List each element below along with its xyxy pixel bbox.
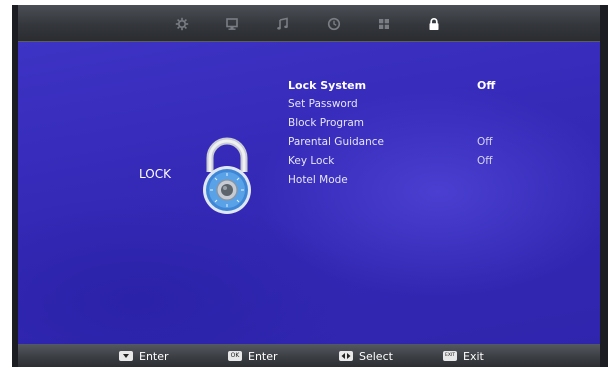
menu-item-label: Key Lock — [288, 155, 335, 167]
lock-icon — [429, 18, 439, 30]
section-title: LOCK — [139, 167, 171, 181]
menu-item-label: Set Password — [288, 98, 358, 110]
menu-item-key-lock[interactable]: Key Lock Off — [288, 152, 588, 171]
lock-menu: Lock System Off Set Password Block Progr… — [288, 76, 588, 190]
menu-item-block-program[interactable]: Block Program — [288, 114, 588, 133]
menu-item-value: Off — [477, 155, 493, 167]
hint-exit: EXIT Exit — [443, 349, 484, 363]
menu-item-lock-system[interactable]: Lock System Off — [288, 76, 588, 95]
hint-label: Select — [359, 349, 393, 363]
hint-label: Exit — [463, 349, 484, 363]
exit-key-icon: EXIT — [443, 351, 457, 361]
menu-item-parental-guidance[interactable]: Parental Guidance Off — [288, 133, 588, 152]
tab-sound[interactable] — [276, 17, 290, 31]
key-hint-bar: Enter OK Enter Select EXIT Exit — [18, 344, 600, 367]
menu-item-hotel-mode[interactable]: Hotel Mode — [288, 171, 588, 190]
tab-lock[interactable] — [427, 17, 441, 31]
clock-icon — [327, 17, 341, 31]
hint-ok-enter: OK Enter — [228, 349, 278, 363]
padlock-dial-icon — [203, 137, 251, 214]
hint-label: Enter — [248, 349, 278, 363]
picture-settings-icon — [175, 17, 189, 31]
hint-down-enter: Enter — [119, 349, 169, 363]
menu-item-label: Block Program — [288, 117, 365, 129]
menu-item-value: Off — [477, 136, 493, 148]
menu-item-label: Lock System — [288, 79, 367, 92]
tab-setup[interactable] — [377, 17, 391, 31]
left-right-key-icon — [339, 351, 353, 361]
menu-item-value: Off — [477, 79, 496, 92]
hint-label: Enter — [139, 349, 169, 363]
screen-icon — [226, 18, 238, 30]
menu-item-label: Hotel Mode — [288, 174, 348, 186]
grid-icon — [379, 19, 389, 29]
music-note-icon — [277, 17, 288, 30]
down-arrow-key-icon — [119, 351, 133, 361]
tab-picture-settings[interactable] — [175, 17, 189, 31]
tab-time[interactable] — [327, 17, 341, 31]
menu-item-label: Parental Guidance — [288, 136, 384, 148]
ok-key-icon: OK — [228, 351, 242, 361]
tab-screen[interactable] — [225, 17, 239, 31]
menu-tab-bar — [18, 5, 600, 42]
menu-item-set-password[interactable]: Set Password — [288, 95, 588, 114]
menu-screen: LOCK Lock System Off Set Password Block … — [18, 42, 600, 344]
hint-select: Select — [339, 349, 393, 363]
